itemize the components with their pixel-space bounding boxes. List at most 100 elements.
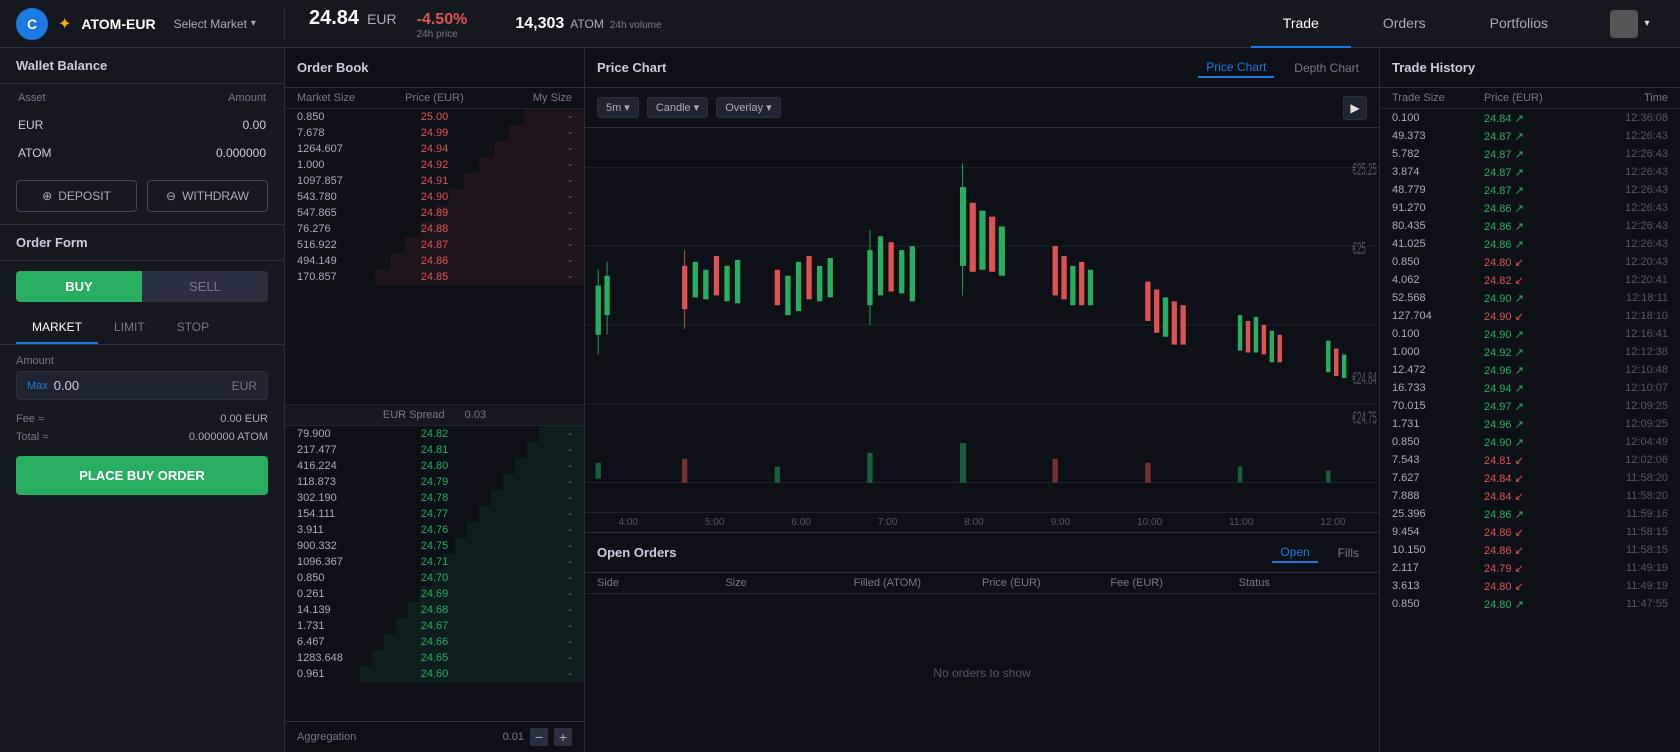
time-11: 11:00 <box>1229 517 1253 528</box>
wallet-asset: EUR <box>2 112 125 138</box>
trade-history-panel: Trade History Trade Size Price (EUR) Tim… <box>1380 48 1680 752</box>
bid-row[interactable]: 154.111 24.77 - <box>285 506 584 522</box>
chart-tab-depth[interactable]: Depth Chart <box>1286 59 1367 77</box>
th-price: 24.87 ↗ <box>1484 184 1576 197</box>
logo-area: C ✦ ATOM-EUR Select Market ▾ <box>0 8 285 40</box>
oo-col-side: Side <box>597 577 725 589</box>
bid-price: 24.78 <box>389 492 481 504</box>
ask-row[interactable]: 494.149 24.86 - <box>285 253 584 269</box>
bid-row[interactable]: 217.477 24.81 - <box>285 442 584 458</box>
chevron-down-icon: ▾ <box>251 18 256 29</box>
avatar-chevron-icon: ▾ <box>1644 18 1649 29</box>
ask-size: 1.000 <box>297 159 389 171</box>
ask-row[interactable]: 1264.607 24.94 - <box>285 141 584 157</box>
place-order-button[interactable]: PLACE BUY ORDER <box>16 456 268 495</box>
bid-row[interactable]: 1.731 24.67 - <box>285 618 584 634</box>
th-time: 12:26:43 <box>1576 166 1668 179</box>
th-price: 24.90 ↙ <box>1484 310 1576 323</box>
ask-price: 24.94 <box>389 143 481 155</box>
open-orders-tab-fills[interactable]: Fills <box>1330 544 1367 562</box>
trade-history-row: 127.704 24.90 ↙ 12:18:10 <box>1380 307 1680 325</box>
play-button[interactable]: ▶ <box>1343 96 1367 120</box>
bid-row[interactable]: 1283.648 24.65 - <box>285 650 584 666</box>
nav-tab-orders[interactable]: Orders <box>1351 0 1458 48</box>
th-price: 24.82 ↙ <box>1484 274 1576 287</box>
ask-row[interactable]: 516.922 24.87 - <box>285 237 584 253</box>
deposit-button[interactable]: ⊕ DEPOSIT <box>16 180 137 212</box>
order-type-limit[interactable]: LIMIT <box>98 312 161 344</box>
ask-row[interactable]: 170.857 24.85 - <box>285 269 584 285</box>
aggregation-label: Aggregation <box>297 731 356 743</box>
volume-info: 14,303 ATOM 24h volume <box>491 15 685 33</box>
open-orders-tab-open[interactable]: Open <box>1272 543 1317 563</box>
bid-row[interactable]: 416.224 24.80 - <box>285 458 584 474</box>
bid-row[interactable]: 118.873 24.79 - <box>285 474 584 490</box>
th-trade-size: 91.270 <box>1392 202 1484 215</box>
nav-tab-trade[interactable]: Trade <box>1251 0 1351 48</box>
ask-row[interactable]: 7.678 24.99 - <box>285 125 584 141</box>
bid-size: 0.261 <box>297 588 389 600</box>
svg-text:€25: €25 <box>1353 239 1366 258</box>
bid-row[interactable]: 3.911 24.76 - <box>285 522 584 538</box>
nav-tabs: Trade Orders Portfolios <box>1251 0 1580 48</box>
chart-tab-price[interactable]: Price Chart <box>1198 58 1274 78</box>
th-time: 11:58:20 <box>1576 490 1668 503</box>
bid-size: 900.332 <box>297 540 389 552</box>
buy-tab[interactable]: BUY <box>16 271 142 302</box>
trade-history-row: 91.270 24.86 ↗ 12:26:43 <box>1380 199 1680 217</box>
bid-row[interactable]: 0.961 24.60 - <box>285 666 584 682</box>
th-price: 24.87 ↗ <box>1484 130 1576 143</box>
nav-tab-portfolios[interactable]: Portfolios <box>1458 0 1580 48</box>
svg-text:€24.75: €24.75 <box>1353 408 1377 427</box>
ask-row[interactable]: 1.000 24.92 - <box>285 157 584 173</box>
bid-row[interactable]: 0.850 24.70 - <box>285 570 584 586</box>
main-content: Wallet Balance Asset Amount EUR0.00ATOM0… <box>0 48 1680 752</box>
ask-row[interactable]: 0.850 25.00 - <box>285 109 584 125</box>
max-link[interactable]: Max <box>27 380 48 392</box>
th-col-headers: Trade Size Price (EUR) Time <box>1380 88 1680 109</box>
th-price: 24.84 ↙ <box>1484 490 1576 503</box>
trade-history-row: 0.850 24.80 ↙ 12:20:43 <box>1380 253 1680 271</box>
chart-area: Price Chart Price Chart Depth Chart 5m ▾… <box>585 48 1380 752</box>
ask-row[interactable]: 547.865 24.89 - <box>285 205 584 221</box>
order-type-stop[interactable]: STOP <box>161 312 225 344</box>
ask-row[interactable]: 76.276 24.88 - <box>285 221 584 237</box>
candle-button[interactable]: Candle ▾ <box>647 97 708 118</box>
open-orders-panel: Open Orders Open Fills Side Size Filled … <box>585 532 1379 752</box>
withdraw-button[interactable]: ⊖ WITHDRAW <box>147 180 268 212</box>
bid-row[interactable]: 1096.367 24.71 - <box>285 554 584 570</box>
bid-size: 6.467 <box>297 636 389 648</box>
ask-row[interactable]: 1097.857 24.91 - <box>285 173 584 189</box>
price-currency: EUR <box>367 11 397 27</box>
amount-input[interactable] <box>54 378 232 393</box>
aggregation-decrease-button[interactable]: − <box>530 728 548 746</box>
th-trade-size: 7.888 <box>1392 490 1484 503</box>
th-price: 24.81 ↙ <box>1484 454 1576 467</box>
sell-tab[interactable]: SELL <box>142 271 268 302</box>
price-change-label: 24h price <box>417 29 468 40</box>
oo-col-filled: Filled (ATOM) <box>854 577 982 589</box>
th-col-time: Time <box>1576 92 1668 104</box>
th-time: 11:47:55 <box>1576 598 1668 611</box>
order-type-market[interactable]: MARKET <box>16 312 98 344</box>
trade-history-row: 0.850 24.90 ↗ 12:04:49 <box>1380 433 1680 451</box>
ask-row[interactable]: 543.780 24.90 - <box>285 189 584 205</box>
th-time: 12:09:25 <box>1576 400 1668 413</box>
bid-row[interactable]: 6.467 24.66 - <box>285 634 584 650</box>
time-12: 12:00 <box>1320 517 1345 528</box>
user-avatar[interactable] <box>1610 10 1638 38</box>
chart-title: Price Chart <box>597 60 1186 75</box>
bid-row[interactable]: 0.261 24.69 - <box>285 586 584 602</box>
bid-row[interactable]: 302.190 24.78 - <box>285 490 584 506</box>
bid-row[interactable]: 14.139 24.68 - <box>285 602 584 618</box>
bid-row[interactable]: 900.332 24.75 - <box>285 538 584 554</box>
bid-row[interactable]: 79.900 24.82 - <box>285 426 584 442</box>
trade-history-row: 80.435 24.86 ↗ 12:26:43 <box>1380 217 1680 235</box>
overlay-button[interactable]: Overlay ▾ <box>716 97 780 118</box>
spread-label: EUR Spread <box>383 409 445 421</box>
last-price: 24.84 <box>309 7 359 30</box>
th-price: 24.94 ↗ <box>1484 382 1576 395</box>
interval-button[interactable]: 5m ▾ <box>597 97 639 118</box>
aggregation-increase-button[interactable]: + <box>554 728 572 746</box>
select-market-button[interactable]: Select Market ▾ <box>174 17 256 31</box>
